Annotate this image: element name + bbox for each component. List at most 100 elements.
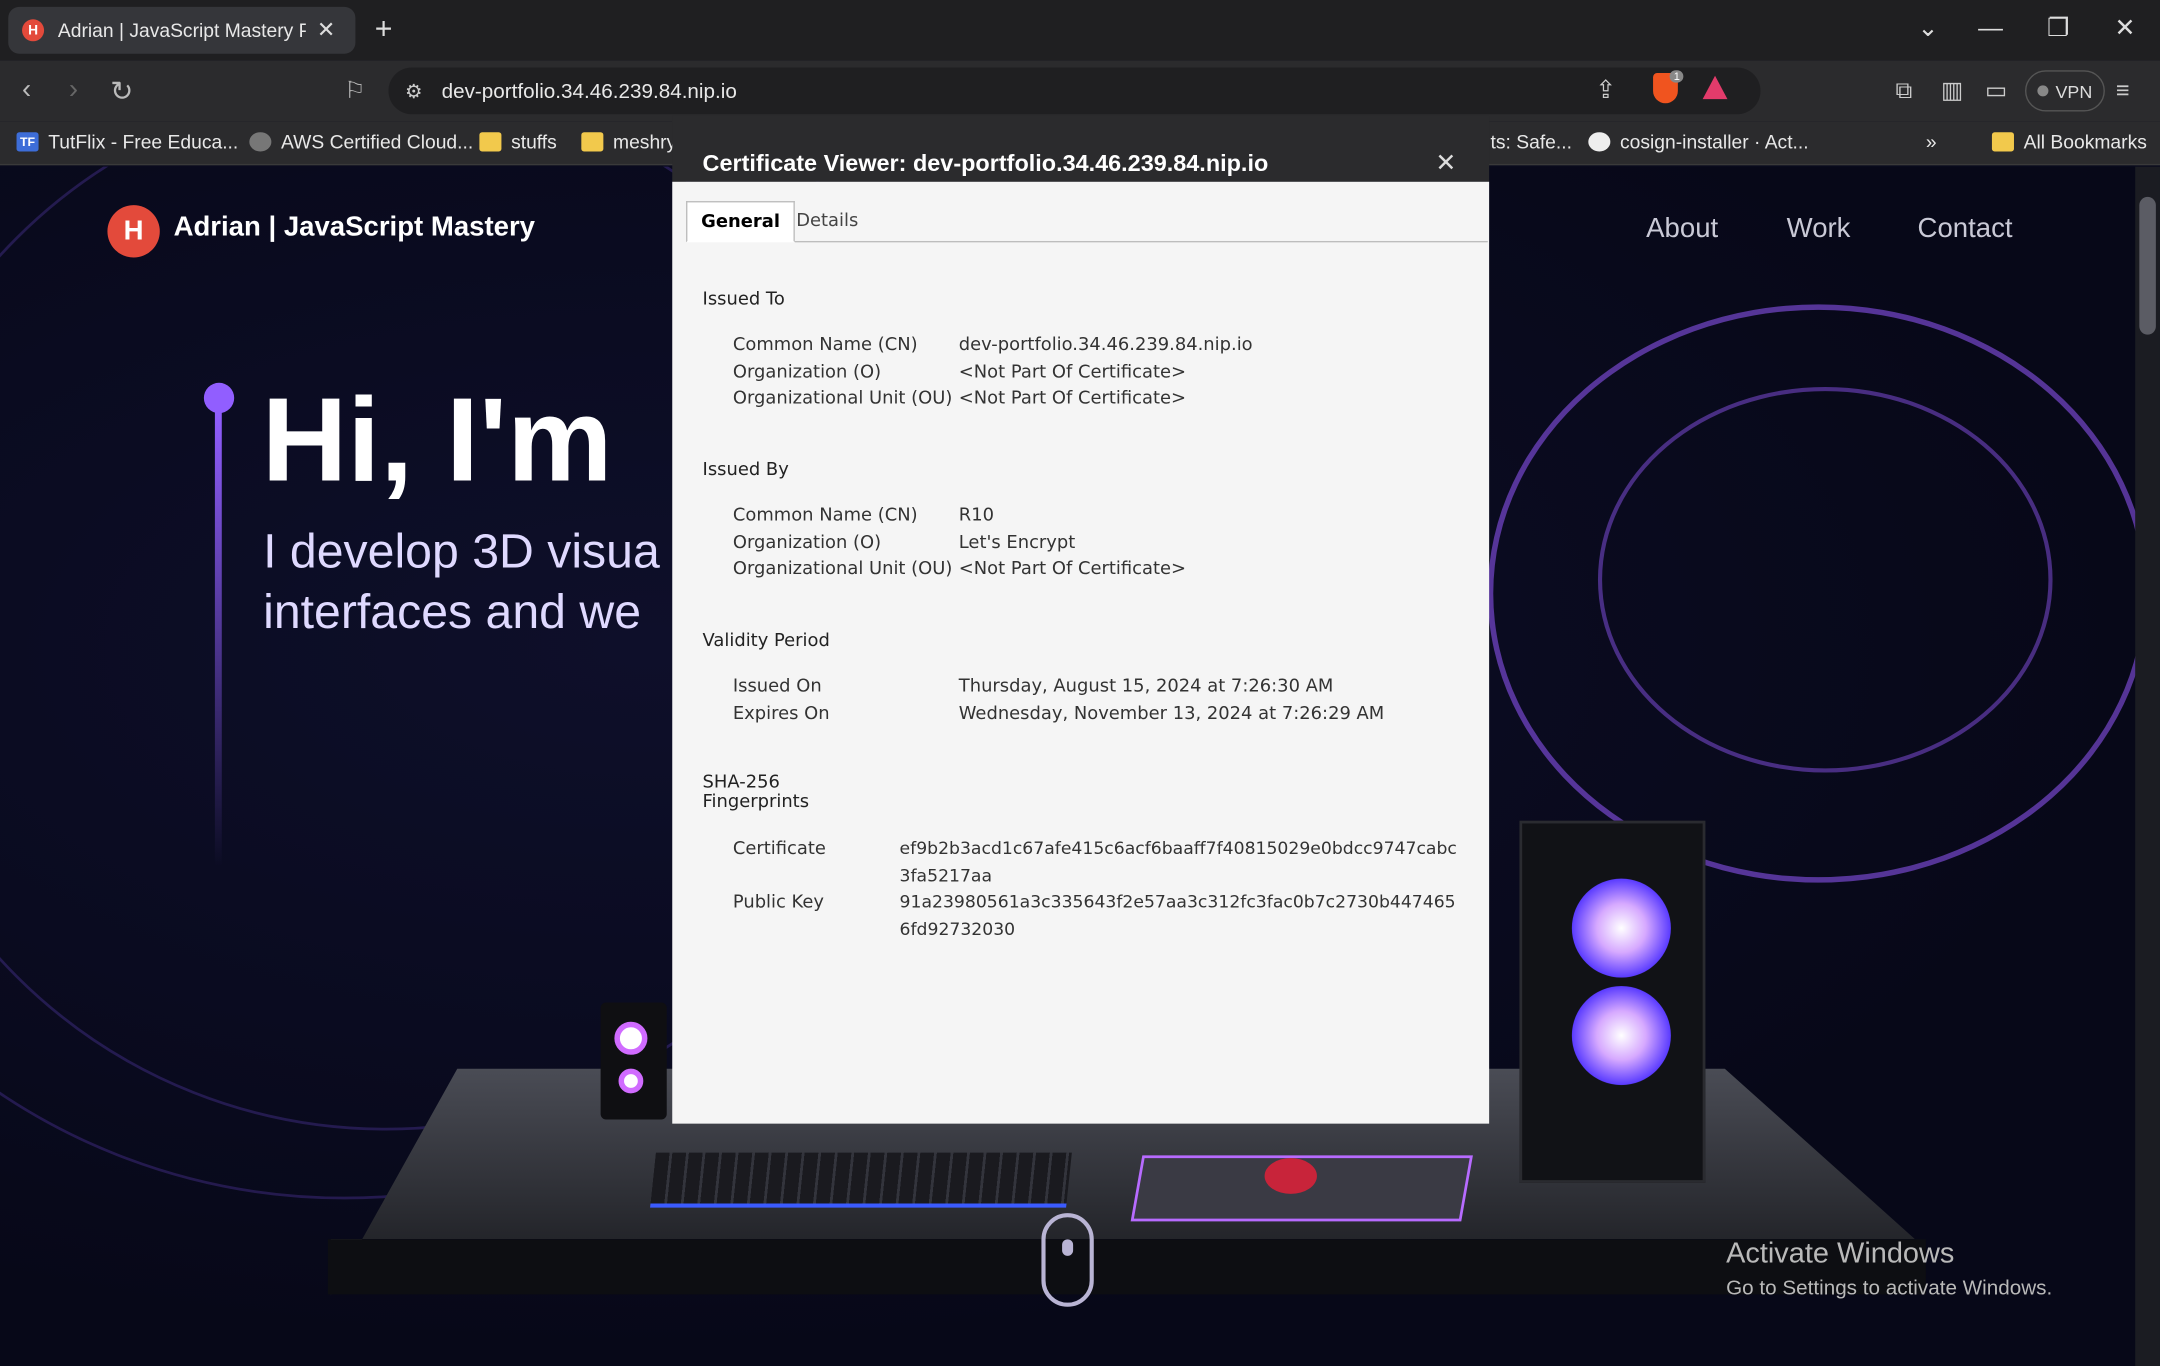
activate-windows-subtitle: Go to Settings to activate Windows. — [1726, 1276, 2053, 1300]
bookmark-safe[interactable]: ts: Safe... — [1491, 131, 1572, 153]
vpn-label: VPN — [2055, 80, 2093, 102]
certificate-dialog-header: Certificate Viewer: dev-portfolio.34.46.… — [672, 115, 1490, 182]
certificate-dialog-title: Certificate Viewer: dev-portfolio.34.46.… — [702, 150, 1269, 177]
mouse-model — [1264, 1158, 1317, 1194]
menu-icon[interactable]: ≡ — [2116, 77, 2130, 105]
pc-case-model — [1519, 820, 1706, 1183]
back-icon[interactable]: ‹ — [22, 74, 31, 106]
hero-title: Hi, I'm — [261, 374, 613, 507]
url-text[interactable]: dev-portfolio.34.46.239.84.nip.io — [442, 79, 737, 102]
tab-general[interactable]: General — [686, 201, 796, 243]
field-value: R10 — [958, 505, 995, 527]
field-label: Common Name (CN) — [732, 505, 918, 527]
rewards-icon[interactable] — [1702, 75, 1728, 100]
speaker-model — [600, 1002, 667, 1120]
field-value: Thursday, August 15, 2024 at 7:26:30 AM — [958, 676, 1334, 697]
bookmark-label: ts: Safe... — [1490, 130, 1572, 153]
field-value: <Not Part Of Certificate> — [958, 362, 1187, 383]
vpn-button[interactable]: VPN — [2024, 70, 2105, 112]
keyboard-model — [650, 1152, 1072, 1208]
section-fingerprints: SHA-256 Fingerprints — [702, 772, 810, 813]
tab-title: Adrian | JavaScript Mastery Portfolio — [57, 19, 306, 42]
certificate-tabs: General Details — [686, 201, 1488, 243]
field-value: dev-portfolio.34.46.239.84.nip.io — [958, 334, 1253, 356]
shield-count-badge: 1 — [1669, 70, 1684, 83]
close-icon[interactable]: ✕ — [1435, 149, 1456, 178]
speaker-ring — [614, 1021, 648, 1055]
field-label: Organizational Unit (OU) — [732, 388, 953, 409]
more-bookmarks-icon[interactable]: » — [1926, 131, 1937, 153]
bookmark-cosign[interactable]: cosign-installer · Act... — [1588, 130, 1809, 153]
section-fingerprints-line: Fingerprints — [702, 791, 810, 813]
wallet-icon[interactable]: ▭ — [1985, 77, 2007, 105]
share-icon[interactable]: ⇪ — [1595, 76, 1616, 105]
toolbar: ‹ › ↻ ⚐ ⚙ dev-portfolio.34.46.239.84.nip… — [0, 60, 2160, 122]
nav-about[interactable]: About — [1646, 213, 1718, 245]
field-value: <Not Part Of Certificate> — [958, 559, 1187, 580]
fan-model — [1571, 985, 1671, 1086]
fingerprint-value: 91a23980561a3c335643f2e57aa3c312fc3fac0b… — [899, 890, 1456, 940]
forward-icon[interactable]: › — [69, 74, 78, 106]
bookmark-folder-meshry[interactable]: meshry — [581, 131, 676, 153]
hero-subtitle-line: interfaces and we — [263, 585, 642, 639]
folder-icon — [479, 132, 502, 152]
tab-portfolio[interactable]: H Adrian | JavaScript Mastery Portfolio … — [8, 6, 356, 54]
field-label: Public Key — [732, 892, 825, 913]
tab-close-icon[interactable]: ✕ — [317, 17, 335, 45]
folder-icon — [581, 132, 604, 152]
page-scrollbar[interactable] — [2135, 166, 2160, 1366]
speaker-ring — [618, 1068, 644, 1094]
bookmark-all[interactable]: All Bookmarks — [1991, 130, 2147, 153]
close-window-icon[interactable]: ✕ — [2115, 14, 2136, 43]
bookmark-tutflix[interactable]: TF TutFlix - Free Educa... — [16, 130, 239, 153]
field-label: Issued On — [732, 676, 822, 697]
section-issued-by: Issued By — [702, 459, 789, 481]
reload-icon[interactable]: ↻ — [110, 74, 133, 108]
logo[interactable]: H — [107, 205, 160, 258]
restore-icon[interactable]: ❐ — [2047, 14, 2069, 43]
tab-strip: H Adrian | JavaScript Mastery Portfolio … — [0, 0, 2160, 61]
scrollbar-thumb[interactable] — [2139, 196, 2156, 335]
field-label: Expires On — [732, 703, 830, 725]
desk-edge — [327, 1239, 1926, 1295]
field-value: Wednesday, November 13, 2024 at 7:26:29 … — [958, 703, 1385, 725]
bookmark-label: stuffs — [511, 130, 557, 153]
nav-work[interactable]: Work — [1787, 213, 1851, 245]
field-label: Certificate — [732, 838, 826, 860]
bookmark-aws[interactable]: AWS Certified Cloud... — [249, 131, 473, 153]
section-fingerprints-line: SHA-256 — [702, 772, 780, 794]
extensions-icon[interactable]: ⧉ — [1896, 77, 1913, 105]
vpn-status-icon — [2037, 85, 2049, 97]
brand-name[interactable]: Adrian | JavaScript Mastery — [174, 212, 535, 244]
nav-contact[interactable]: Contact — [1918, 213, 2013, 245]
tab-search-chevron-icon[interactable]: ⌄ — [1918, 14, 1939, 43]
field-label: Organization (O) — [732, 532, 882, 554]
tab-details[interactable]: Details — [782, 201, 872, 242]
globe-icon — [249, 132, 272, 152]
fingerprint-value: ef9b2b3acd1c67afe415c6acf6baaff7f4081502… — [899, 837, 1457, 886]
bookmark-label: All Bookmarks — [2023, 130, 2147, 153]
bookmark-folder-stuffs[interactable]: stuffs — [479, 130, 557, 153]
folder-icon — [1991, 132, 2014, 152]
address-bar[interactable]: ⚙ dev-portfolio.34.46.239.84.nip.io ⇪ 1 — [388, 67, 1761, 115]
favicon-icon: H — [22, 19, 45, 42]
bookmark-label: meshry — [613, 130, 677, 153]
bookmark-label: AWS Certified Cloud... — [281, 130, 474, 153]
scroll-indicator-dot — [1062, 1239, 1074, 1256]
minimize-icon[interactable]: — — [1978, 14, 2003, 43]
new-tab-icon[interactable]: + — [375, 13, 393, 44]
field-value: Let's Encrypt — [958, 532, 1076, 554]
bookmark-label: TutFlix - Free Educa... — [48, 130, 239, 153]
site-settings-icon[interactable]: ⚙ — [405, 79, 422, 102]
hero-accent-dot — [203, 382, 235, 414]
sidebar-icon[interactable]: ▥ — [1941, 77, 1963, 105]
scroll-indicator[interactable] — [1041, 1213, 1094, 1307]
field-label: Common Name (CN) — [732, 334, 918, 356]
bookmark-label: cosign-installer · Act... — [1619, 130, 1809, 153]
fan-model — [1571, 878, 1671, 978]
section-issued-to: Issued To — [702, 289, 785, 310]
background-wave — [1597, 386, 2053, 773]
bookmark-icon[interactable]: ⚐ — [344, 77, 365, 105]
hero-subtitle: I develop 3D visua interfaces and we — [263, 522, 660, 643]
section-validity: Validity Period — [702, 630, 830, 652]
